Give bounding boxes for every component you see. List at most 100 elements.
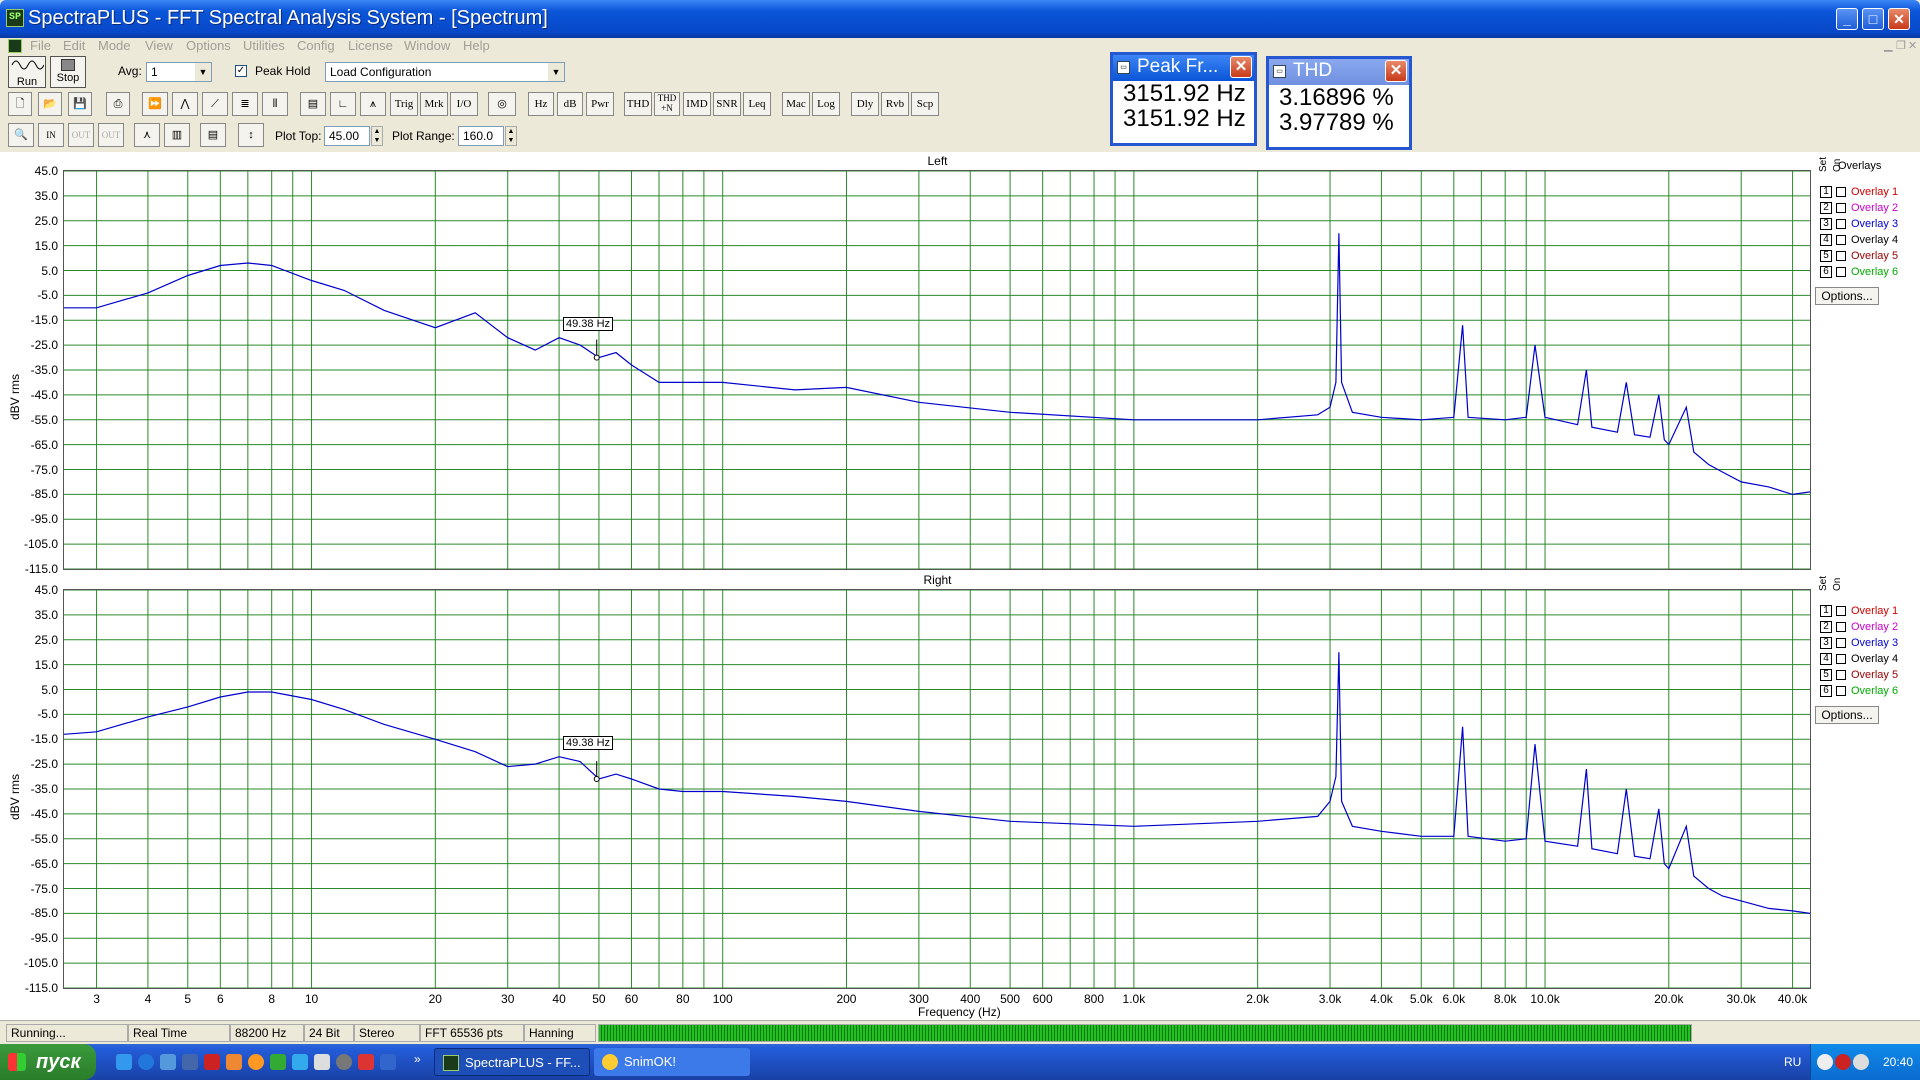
menu-view[interactable]: View [145,38,173,53]
utility-icon[interactable] [270,1054,286,1070]
app-icon[interactable]: SP [6,9,24,27]
avg-select[interactable]: 1 ▼ [146,62,212,82]
language-indicator[interactable]: RU [1784,1055,1801,1069]
table-icon[interactable]: ▤ [300,92,326,116]
left-overlay-set-2[interactable]: 2 [1820,202,1832,214]
thd-button[interactable]: THD [624,92,652,116]
right-frequency-marker[interactable]: 49.38 Hz [563,736,614,750]
quick-launch-icon[interactable] [380,1054,396,1070]
left-spectrum-plot[interactable]: 49.38 Hz [63,170,1811,570]
antivirus-icon[interactable] [1835,1054,1851,1070]
rvb-button[interactable]: Rvb [881,92,909,116]
left-overlay-checkbox-1[interactable] [1836,187,1846,197]
plot-range-stepper[interactable]: ▲ ▼ [505,126,517,146]
left-overlay-set-4[interactable]: 4 [1820,234,1832,246]
mdi-restore-icon[interactable]: ❐ [1896,39,1906,52]
left-overlay-options-button[interactable]: Options... [1815,287,1879,305]
document-icon[interactable] [8,39,22,53]
task-snimok[interactable]: SnimOK! [594,1048,750,1076]
right-overlay-set-2[interactable]: 2 [1820,621,1832,633]
menu-options[interactable]: Options [186,38,231,53]
plot-top-stepper[interactable]: ▲ ▼ [371,126,383,146]
mdi-close-icon[interactable]: ✕ [1908,39,1917,52]
internet-explorer-icon[interactable] [138,1054,154,1070]
right-overlay-set-1[interactable]: 1 [1820,605,1832,617]
peak-window-titlebar[interactable]: ▭ Peak Fr... ✕ [1113,55,1254,81]
new-icon[interactable]: 🗋 [8,92,32,116]
stop-button[interactable]: Stop [50,56,86,88]
right-overlay-set-4[interactable]: 4 [1820,653,1832,665]
zoom-icon[interactable]: 🔍 [8,123,34,147]
firefox-icon[interactable] [248,1054,264,1070]
thd-window[interactable]: ▭ THD ✕ 3.16896 % 3.97789 % [1266,56,1412,150]
messenger-icon[interactable] [160,1054,176,1070]
menu-license[interactable]: License [348,38,393,53]
task-spectraplus[interactable]: SpectraPLUS - FF... [434,1048,590,1076]
snr-button[interactable]: SNR [713,92,741,116]
print-icon[interactable]: ⎙ [106,92,130,116]
plot-top-input[interactable]: 45.00 [324,126,370,146]
close-button[interactable]: ✕ [1888,8,1910,30]
right-overlay-checkbox-4[interactable] [1836,654,1846,664]
minimize-button[interactable]: _ [1836,8,1858,30]
left-overlay-set-1[interactable]: 1 [1820,186,1832,198]
thd-window-close-button[interactable]: ✕ [1385,60,1407,82]
hz-button[interactable]: Hz [528,92,554,116]
right-spectrum-svg[interactable] [63,589,1811,989]
opera-icon[interactable] [358,1054,374,1070]
spectrogram-icon[interactable]: ≣ [232,92,258,116]
open-icon[interactable]: 📂 [38,92,62,116]
right-overlay-checkbox-5[interactable] [1836,670,1846,680]
chevron-right-icon[interactable]: » [414,1052,421,1066]
io-button[interactable]: I/O [450,92,478,116]
menu-file[interactable]: File [30,38,51,53]
generator-icon[interactable]: ◎ [488,92,516,116]
right-spectrum-plot[interactable]: 49.38 Hz [63,589,1811,989]
cd-icon[interactable] [336,1054,352,1070]
scp-button[interactable]: Scp [911,92,939,116]
menu-window[interactable]: Window [404,38,450,53]
chevron-down-icon[interactable]: ▼ [195,63,211,81]
chevron-down-icon[interactable]: ▼ [548,63,564,81]
mdi-minimize-icon[interactable]: ▁ [1884,39,1892,52]
aol-icon[interactable] [116,1054,132,1070]
menu-edit[interactable]: Edit [63,38,85,53]
left-overlay-set-6[interactable]: 6 [1820,266,1832,278]
plot-range-input[interactable]: 160.0 [458,126,504,146]
menu-mode[interactable]: Mode [98,38,131,53]
left-overlay-set-5[interactable]: 5 [1820,250,1832,262]
left-overlay-checkbox-6[interactable] [1836,267,1846,277]
explorer-icon[interactable] [182,1054,198,1070]
avast-icon[interactable] [226,1054,242,1070]
app-icon[interactable] [314,1054,330,1070]
zoom-full-icon[interactable]: OUT [98,123,124,147]
peak-frequency-window[interactable]: ▭ Peak Fr... ✕ 3151.92 Hz 3151.92 Hz [1110,52,1257,146]
axis-icon[interactable]: ∟ [330,92,356,116]
list-icon[interactable]: ▤ [200,123,226,147]
trigger-icon[interactable]: ⩚ [360,92,386,116]
save-icon[interactable]: 💾 [68,92,92,116]
maximize-button[interactable]: □ [1862,8,1884,30]
skype-icon[interactable] [292,1054,308,1070]
left-overlay-checkbox-2[interactable] [1836,203,1846,213]
imd-button[interactable]: IMD [683,92,711,116]
right-overlay-checkbox-1[interactable] [1836,606,1846,616]
leq-button[interactable]: Leq [743,92,771,116]
left-frequency-marker[interactable]: 49.38 Hz [563,317,614,331]
thd-window-titlebar[interactable]: ▭ THD ✕ [1269,59,1409,85]
right-overlay-set-6[interactable]: 6 [1820,685,1832,697]
vertical-scale-icon[interactable]: ↕ [238,123,264,147]
right-overlay-options-button[interactable]: Options... [1815,706,1879,724]
tray-icon[interactable] [1817,1054,1833,1070]
start-button[interactable]: пуск [0,1044,96,1080]
right-overlay-checkbox-6[interactable] [1836,686,1846,696]
volume-icon[interactable] [1853,1054,1869,1070]
zoom-out-x-icon[interactable]: OUT [68,123,94,147]
load-configuration-select[interactable]: Load Configuration ▼ [325,62,565,82]
filezilla-icon[interactable] [204,1054,220,1070]
left-overlay-set-3[interactable]: 3 [1820,218,1832,230]
trig-button[interactable]: Trig [390,92,418,116]
peak-hold-checkbox[interactable]: ✓ [235,65,247,77]
menu-help[interactable]: Help [463,38,490,53]
bars-icon[interactable]: ▥ [164,123,190,147]
